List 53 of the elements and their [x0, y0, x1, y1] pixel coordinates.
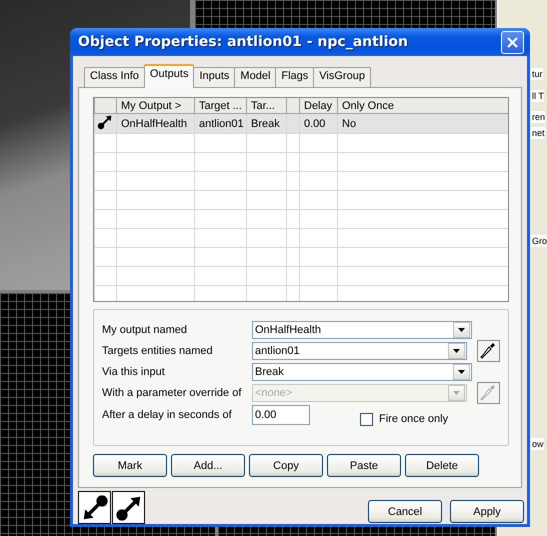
- action-button[interactable]: Copy: [249, 454, 323, 477]
- eyedropper-icon: [480, 384, 496, 402]
- dialog-button[interactable]: Cancel: [368, 500, 442, 523]
- checkbox-label: Fire once only: [379, 413, 448, 425]
- panel-label: net: [531, 127, 545, 139]
- close-icon: [507, 36, 518, 48]
- dropdown-field[interactable]: Break: [252, 362, 472, 380]
- panel-label: Gro: [531, 235, 547, 247]
- panel-label: ow: [531, 438, 544, 450]
- mode-button[interactable]: [78, 491, 111, 524]
- column-header[interactable]: My Output >: [116, 98, 194, 114]
- table-cell: Break: [246, 114, 286, 134]
- column-header[interactable]: Delay: [300, 98, 338, 114]
- table-cell: 0.00: [300, 114, 338, 134]
- caret-icon: [452, 348, 460, 352]
- tab[interactable]: Flags: [275, 67, 314, 87]
- tab[interactable]: Class Info: [84, 67, 145, 87]
- field-label: Targets entities named: [102, 344, 214, 356]
- caret-icon: [458, 328, 465, 332]
- column-header[interactable]: Only Once: [338, 98, 508, 114]
- column-header[interactable]: Target ...: [194, 98, 246, 114]
- table-cell: antlion01: [194, 114, 246, 134]
- field-label: Via this input: [102, 366, 166, 378]
- window-title: Object Properties: antlion01 - npc_antlion: [78, 34, 409, 50]
- eyedropper-button[interactable]: [476, 340, 500, 362]
- eyedropper-icon: [480, 342, 496, 360]
- table-cell: No: [338, 114, 508, 134]
- column-header[interactable]: Tar...: [246, 98, 286, 114]
- dialog-button[interactable]: Apply: [450, 500, 524, 523]
- input-field[interactable]: 0.00: [252, 405, 310, 425]
- tab[interactable]: Inputs: [193, 67, 236, 87]
- table-cell: OnHalfHealth: [116, 114, 194, 134]
- panel-label: tur: [531, 68, 543, 80]
- action-button[interactable]: Mark: [93, 454, 167, 477]
- dropdown-field[interactable]: antlion01: [252, 342, 467, 360]
- action-button[interactable]: Paste: [327, 454, 401, 477]
- dropdown-field[interactable]: OnHalfHealth: [252, 320, 472, 338]
- caret-icon: [458, 370, 465, 374]
- action-button[interactable]: Delete: [405, 454, 479, 477]
- field-label: My output named: [102, 324, 188, 336]
- field-label: After a delay in seconds of: [102, 409, 233, 421]
- panel-label: ll T: [531, 90, 544, 102]
- tab[interactable]: Model: [234, 67, 276, 87]
- tab[interactable]: VisGroup: [313, 67, 371, 87]
- caret-icon: [452, 390, 460, 394]
- output-connection-icon: [97, 114, 113, 130]
- panel-label: ren: [531, 111, 546, 123]
- field-label: With a parameter override of: [102, 386, 242, 398]
- tab[interactable]: Outputs: [144, 64, 194, 88]
- action-button[interactable]: Add...: [171, 454, 245, 477]
- mode-button[interactable]: [112, 491, 145, 524]
- close-button[interactable]: [501, 30, 524, 54]
- checkbox[interactable]: [360, 412, 373, 426]
